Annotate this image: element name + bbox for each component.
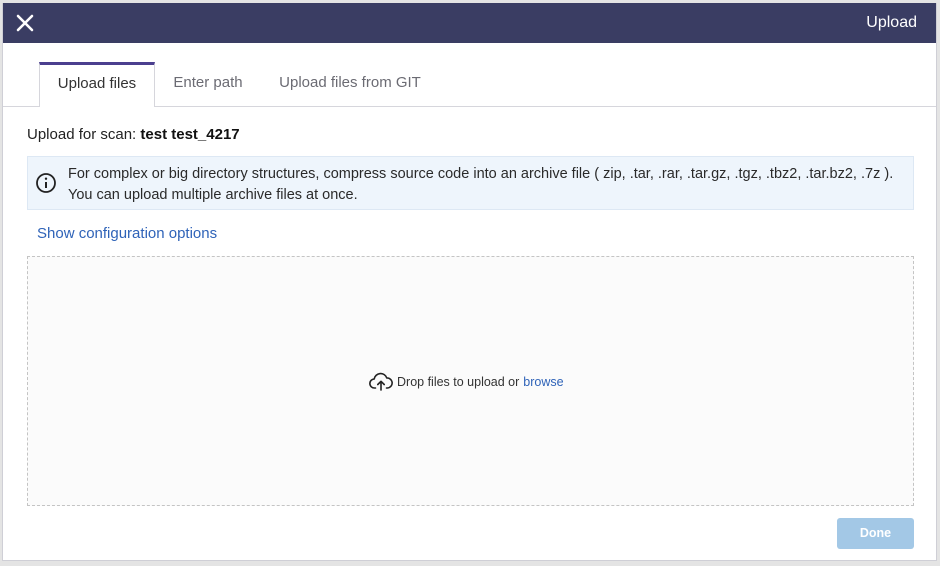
info-icon xyxy=(35,172,57,194)
file-dropzone[interactable]: Drop files to upload or browse xyxy=(27,256,914,506)
tab-upload-files[interactable]: Upload files xyxy=(39,62,155,107)
scan-label: Upload for scan: test test_4217 xyxy=(27,126,240,143)
tab-enter-path[interactable]: Enter path xyxy=(163,62,253,106)
cloud-upload-icon xyxy=(369,371,393,393)
scan-name: test test_4217 xyxy=(140,126,240,143)
done-button[interactable]: Done xyxy=(837,518,914,549)
info-text: For complex or big directory structures,… xyxy=(68,164,893,206)
dialog-titlebar: Upload xyxy=(3,3,936,43)
scan-label-text: Upload for scan: xyxy=(27,126,137,143)
upload-tabs: Upload files Enter path Upload files fro… xyxy=(3,62,936,107)
show-config-options-link[interactable]: Show configuration options xyxy=(37,225,217,242)
info-text-line-2: You can upload multiple archive files at… xyxy=(68,187,358,203)
browse-link[interactable]: browse xyxy=(523,375,563,389)
info-text-line-1: For complex or big directory structures,… xyxy=(68,166,894,182)
upload-dialog: Upload Upload files Enter path Upload fi… xyxy=(2,3,937,561)
close-icon[interactable] xyxy=(15,13,35,33)
dropzone-text: Drop files to upload or xyxy=(397,375,520,389)
tab-upload-from-git[interactable]: Upload files from GIT xyxy=(269,62,431,106)
info-banner: For complex or big directory structures,… xyxy=(27,156,914,210)
dialog-title: Upload xyxy=(866,14,917,31)
dropzone-content: Drop files to upload or browse xyxy=(369,371,564,393)
